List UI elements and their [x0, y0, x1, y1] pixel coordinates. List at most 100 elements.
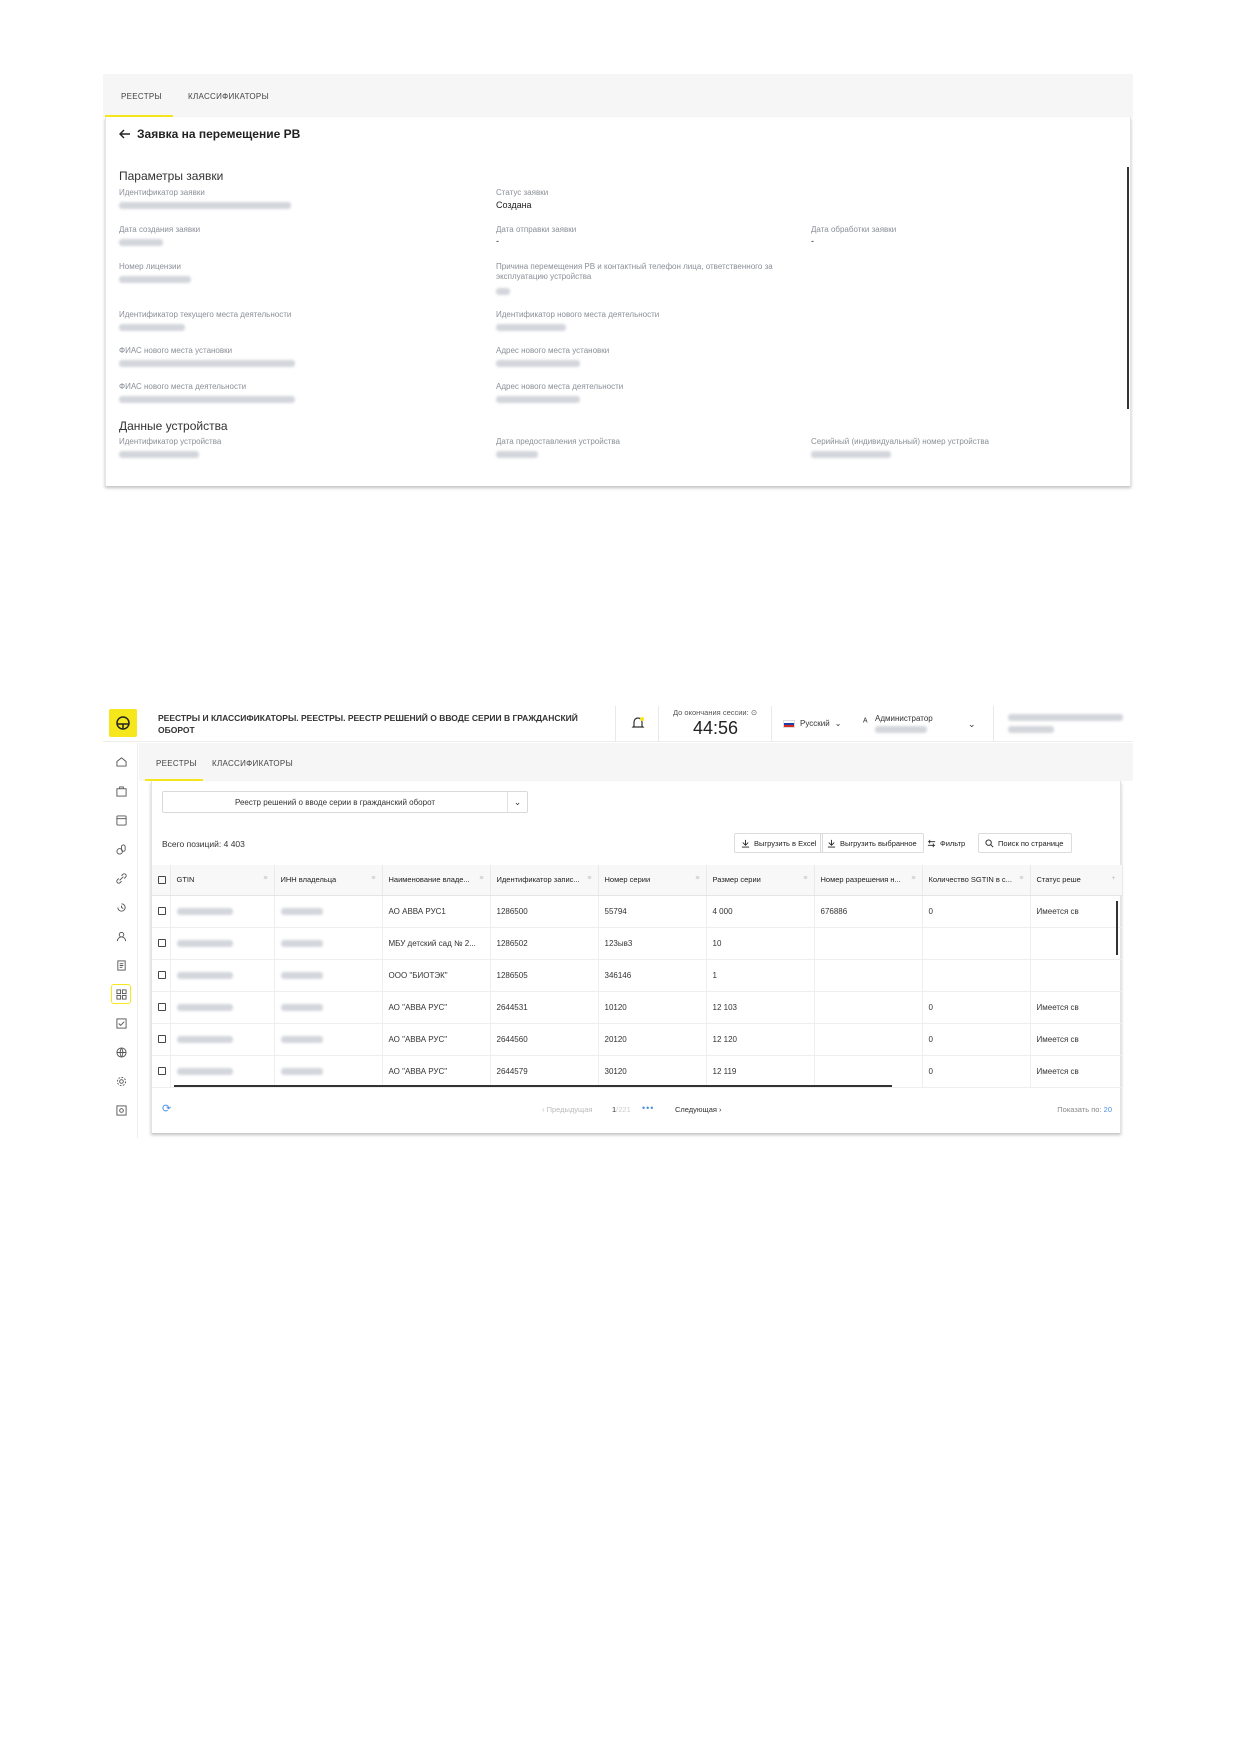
- sort-icon[interactable]: ≡: [1019, 875, 1023, 882]
- select-all-cell[interactable]: [152, 865, 171, 896]
- column-header[interactable]: Идентификатор запис... ≡: [490, 865, 599, 896]
- row-select-cell[interactable]: [152, 991, 171, 1024]
- link-icon: [115, 872, 127, 884]
- sort-icon[interactable]: ≡: [587, 875, 591, 882]
- total-count: Всего позиций: 4 403: [162, 839, 245, 849]
- chevron-down-icon[interactable]: ⌄: [968, 719, 976, 730]
- next-page-button[interactable]: Следующая ›: [675, 1105, 722, 1114]
- header-divider: [771, 706, 772, 742]
- sidebar-item-registries[interactable]: [111, 984, 131, 1004]
- gtin-value: [176, 1035, 233, 1043]
- row-checkbox[interactable]: [158, 1003, 166, 1012]
- back-link[interactable]: Заявка на перемещение РВ: [119, 127, 300, 141]
- sidebar-item-orders[interactable]: [111, 781, 131, 801]
- sgtin-cell: 0: [922, 1023, 1031, 1056]
- select-all-checkbox[interactable]: [158, 876, 166, 885]
- column-header[interactable]: GTIN ≡: [170, 865, 275, 896]
- registry-select[interactable]: Реестр решений о вводе серии в гражданск…: [162, 791, 528, 813]
- sidebar-item-pills[interactable]: [111, 839, 131, 859]
- sidebar-item-box[interactable]: [111, 810, 131, 830]
- page-size-selector[interactable]: Показать по: 20: [1057, 1105, 1112, 1114]
- vertical-scrollbar[interactable]: [1127, 167, 1129, 409]
- user-role: Администратор: [875, 714, 933, 723]
- more-pages-button[interactable]: •••: [642, 1103, 654, 1113]
- organization-name: [1008, 714, 1123, 721]
- sort-icon[interactable]: ≡: [479, 875, 483, 882]
- table-row[interactable]: АО "АВВА РУС" 2644579 30120 12 119 0 Име…: [152, 1055, 1123, 1088]
- filter-button[interactable]: Фильтр: [920, 833, 972, 853]
- table-row[interactable]: АО "АВВА РУС" 2644560 20120 12 120 0 Име…: [152, 1023, 1123, 1056]
- row-select-cell[interactable]: [152, 1055, 171, 1088]
- sidebar-item-history[interactable]: [111, 897, 131, 917]
- notifications-bell[interactable]: [631, 716, 645, 735]
- pills-icon: [115, 843, 126, 855]
- page-indicator: 1/221: [612, 1105, 631, 1114]
- header-divider: [993, 706, 994, 742]
- row-checkbox[interactable]: [158, 939, 166, 948]
- column-header[interactable]: Количество SGTIN в с... ≡: [922, 865, 1031, 896]
- language-selector[interactable]: Русский ⌄: [783, 719, 841, 728]
- pagination: ⟳ ‹ Предыдущая 1/221 ••• Следующая › Пок…: [152, 1095, 1122, 1125]
- row-select-cell[interactable]: [152, 1023, 171, 1056]
- row-select-cell[interactable]: [152, 895, 171, 928]
- table-row[interactable]: ООО "БИОТЭК" 1286505 346146 1: [152, 959, 1123, 992]
- sgtin-cell: 0: [922, 895, 1031, 928]
- sgtin-cell: [922, 927, 1031, 960]
- tab-classifiers[interactable]: КЛАССИФИКАТОРЫ: [188, 92, 269, 101]
- sidebar-item-settings[interactable]: [111, 1071, 131, 1091]
- row-checkbox[interactable]: [158, 907, 166, 916]
- device-date-value: [496, 451, 538, 458]
- tab-classifiers[interactable]: КЛАССИФИКАТОРЫ: [212, 759, 293, 768]
- sidebar-item-checklist[interactable]: [111, 1013, 131, 1033]
- export-excel-button[interactable]: Выгрузить в Excel: [734, 833, 824, 853]
- row-checkbox[interactable]: [158, 971, 166, 980]
- column-header[interactable]: Номер разрешения н... ≡: [814, 865, 923, 896]
- page-size-value[interactable]: 20: [1104, 1105, 1112, 1114]
- sidebar-item-documents[interactable]: [111, 955, 131, 975]
- row-select-cell[interactable]: [152, 927, 171, 960]
- app-logo[interactable]: [109, 709, 137, 737]
- vertical-scrollbar[interactable]: [1116, 901, 1118, 955]
- column-header[interactable]: Наименование владе... ≡: [382, 865, 491, 896]
- status-cell: Имеется св: [1030, 895, 1123, 928]
- column-header[interactable]: Номер серии ≡: [598, 865, 707, 896]
- owner-cell: МБУ детский сад № 2...: [382, 927, 491, 960]
- grid-icon: [115, 988, 127, 1000]
- header-title: РЕЕСТРЫ И КЛАССИФИКАТОРЫ. РЕЕСТРЫ. РЕЕСТ…: [158, 713, 578, 735]
- owner-cell: АО "АВВА РУС": [382, 991, 491, 1024]
- column-header[interactable]: Размер серии ≡: [706, 865, 815, 896]
- sidebar-item-links[interactable]: [111, 868, 131, 888]
- sort-icon[interactable]: ≡: [263, 875, 267, 882]
- column-header[interactable]: ИНН владельца ≡: [274, 865, 383, 896]
- tab-registries[interactable]: РЕЕСТРЫ: [156, 759, 197, 768]
- refresh-icon[interactable]: ⟳: [162, 1102, 171, 1115]
- horizontal-scrollbar[interactable]: [174, 1085, 892, 1087]
- table-row[interactable]: АО АВВА РУС1 1286500 55794 4 000 676886 …: [152, 895, 1123, 928]
- sort-icon[interactable]: ≡: [371, 875, 375, 882]
- inn-value: [280, 971, 323, 979]
- table-row[interactable]: АО "АВВА РУС" 2644531 10120 12 103 0 Име…: [152, 991, 1123, 1024]
- request-status-label: Статус заявки: [496, 188, 549, 197]
- table-row[interactable]: МБУ детский сад № 2... 1286502 123ыв3 10: [152, 927, 1123, 960]
- sort-icon[interactable]: ≡: [803, 875, 807, 882]
- sidebar-item-home[interactable]: [111, 751, 131, 771]
- sidebar-item-globe[interactable]: [111, 1042, 131, 1062]
- size-cell: 12 119: [706, 1055, 815, 1088]
- row-checkbox[interactable]: [158, 1067, 166, 1076]
- row-checkbox[interactable]: [158, 1035, 166, 1044]
- sort-icon[interactable]: ≡: [911, 875, 915, 882]
- export-selected-button[interactable]: Выгрузить выбранное: [820, 833, 924, 853]
- search-icon: [985, 838, 994, 847]
- sort-icon[interactable]: ≡: [695, 875, 699, 882]
- sidebar-item-monitor[interactable]: [111, 1100, 131, 1120]
- column-header[interactable]: Статус реше +: [1030, 865, 1123, 896]
- plus-icon[interactable]: +: [1111, 875, 1115, 882]
- request-panel: Заявка на перемещение РВ Параметры заявк…: [105, 117, 1131, 486]
- row-select-cell[interactable]: [152, 959, 171, 992]
- sidebar-item-users[interactable]: [111, 926, 131, 946]
- registry-table: GTIN ≡ ИНН владельца ≡ Наименование владе.…: [152, 865, 1123, 1088]
- inn-cell: [274, 959, 383, 992]
- search-page-button[interactable]: Поиск по странице: [978, 833, 1072, 853]
- prev-page-button[interactable]: ‹ Предыдущая: [542, 1105, 592, 1114]
- tab-registries[interactable]: РЕЕСТРЫ: [121, 92, 162, 101]
